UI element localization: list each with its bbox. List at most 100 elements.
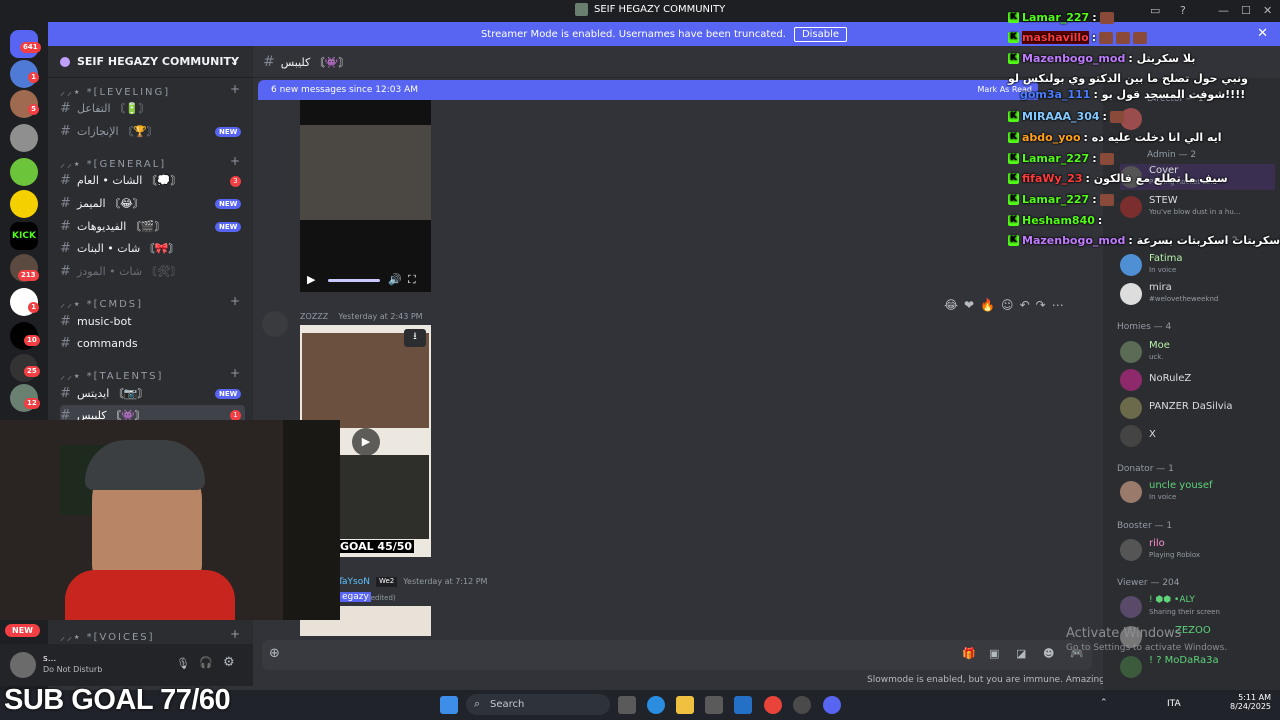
maximize-button[interactable]: ☐	[1241, 4, 1251, 17]
fullscreen-icon[interactable]: ⛶	[408, 273, 416, 287]
activate-windows-subtitle: Go to Settings to activate Windows.	[1066, 643, 1228, 653]
kick-server-icon[interactable]: KICK	[10, 222, 38, 250]
more-icon[interactable]: ⋯	[1052, 298, 1064, 312]
hash-icon: #	[60, 218, 71, 234]
user-status: Do Not Disturb	[43, 665, 103, 674]
minimize-button[interactable]: —	[1218, 4, 1229, 17]
task-view-icon[interactable]	[618, 696, 636, 714]
server-icon[interactable]	[10, 124, 38, 152]
discord-icon[interactable]	[823, 696, 841, 714]
category-cmds[interactable]: ⸝⸝⭑ *[CMDS]	[60, 296, 143, 310]
play-icon[interactable]: ▶	[307, 273, 315, 286]
avatar[interactable]	[262, 311, 288, 337]
server-icon[interactable]	[10, 190, 38, 218]
channel-item[interactable]: # شات • البنات 〘🎀〙	[60, 238, 245, 258]
member-item[interactable]: ! ? MoDaRa3a	[1120, 654, 1275, 680]
beanie	[85, 440, 205, 490]
new-badge: NEW	[215, 222, 242, 232]
settings-gear-icon[interactable]: ⚙	[223, 655, 235, 670]
server-icon[interactable]	[10, 158, 38, 186]
start-icon[interactable]	[440, 696, 458, 714]
channel-item[interactable]: # music-bot	[60, 311, 245, 331]
server-header[interactable]: SEIF HEGAZY COMMUNITY ⌄	[48, 46, 253, 78]
reaction-heart-icon[interactable]: ❤	[964, 298, 974, 312]
member-item[interactable]: PANZER DaSilvia	[1120, 395, 1275, 421]
channel-item[interactable]: # التفاعل 〘🔋〙	[60, 98, 245, 118]
tray-chevron-icon[interactable]: ⌃	[1100, 698, 1108, 708]
member-item[interactable]: mira #welovetheweeknd	[1120, 281, 1275, 307]
message-meta: ZOZZZ Yesterday at 2:43 PM	[300, 312, 423, 321]
reply-icon[interactable]: ↶	[1020, 298, 1030, 312]
video-attachment[interactable]: ▶ 🔊 ⛶	[300, 100, 431, 292]
member-item[interactable]: NoRuleZ	[1120, 367, 1275, 393]
microphone-icon[interactable]: 🎙	[176, 657, 190, 670]
reaction-laugh-icon[interactable]: 😂	[944, 298, 958, 312]
member-item[interactable]: Moe uck.	[1120, 339, 1275, 365]
member-item[interactable]: Fatima In voice	[1120, 252, 1275, 278]
gift-icon[interactable]: 🎁	[962, 647, 976, 660]
category-general[interactable]: ⸝⸝⭑ *[GENERAL]	[60, 156, 166, 170]
gif-icon[interactable]: ▣	[989, 647, 999, 660]
new-badge: NEW	[215, 199, 242, 209]
member-item[interactable]: STEW You've blow dust in a hu...	[1120, 194, 1275, 220]
message-input[interactable]: ⊕ 🎁 ▣ ◪ ☻ 🎮	[262, 640, 1092, 670]
taskbar-search[interactable]: ⌕ Search	[466, 694, 610, 715]
close-icon[interactable]: ✕	[1257, 26, 1268, 41]
obs-icon[interactable]	[793, 696, 811, 714]
avatar	[1120, 341, 1142, 363]
help-icon[interactable]: ?	[1180, 4, 1186, 17]
add-channel-icon[interactable]: +	[230, 294, 240, 308]
kick-badge-icon: K	[1008, 173, 1019, 184]
message-mention[interactable]: egazy	[340, 592, 371, 602]
emote-icon	[1133, 31, 1148, 44]
outlook-icon[interactable]	[734, 696, 752, 714]
disable-streamer-button[interactable]: Disable	[793, 26, 848, 42]
store-icon[interactable]	[705, 696, 723, 714]
clock[interactable]: 5:11 AM 8/24/2025	[1230, 693, 1271, 711]
category-talents[interactable]: ⸝⸝⭑ *[TALENTS]	[60, 368, 163, 382]
channel-item[interactable]: # الشات • العام 〘💭〙	[60, 170, 245, 190]
forward-icon[interactable]: ↷	[1036, 298, 1046, 312]
kick-chat-line: K MIRAAA_304:	[1008, 110, 1124, 123]
category-leveling[interactable]: ⸝⸝⭑ *[LEVELING]	[60, 84, 170, 98]
add-channel-icon[interactable]: +	[230, 366, 240, 380]
hash-icon: #	[60, 172, 71, 188]
add-channel-icon[interactable]: +	[230, 627, 240, 641]
add-attachment-icon[interactable]: ⊕	[269, 646, 280, 661]
kick-chat-line: K Mazenbogo_mod: اسكربتات اسكربتات بسرعة	[1008, 234, 1280, 247]
volume-icon[interactable]: 🔊	[388, 273, 402, 286]
member-item[interactable]: X	[1120, 423, 1275, 449]
edge-icon[interactable]	[647, 696, 665, 714]
add-reaction-icon[interactable]: ☺	[1001, 298, 1014, 312]
member-item[interactable]	[1120, 106, 1275, 132]
video-progress-bar[interactable]	[328, 279, 380, 282]
emote-icon	[1099, 193, 1114, 206]
channel-item[interactable]: # شات • المودز 〘🛠〙	[60, 261, 245, 281]
goal-overlay-text: GOAL 45/50	[338, 540, 415, 553]
add-channel-icon[interactable]: +	[230, 82, 240, 96]
add-channel-icon[interactable]: +	[230, 154, 240, 168]
input-language[interactable]: ITA	[1167, 699, 1181, 709]
headphones-icon[interactable]: 🎧	[199, 656, 213, 669]
member-item[interactable]: rilo Playing Roblox	[1120, 537, 1275, 563]
avatar	[1120, 425, 1142, 447]
sticker-icon[interactable]: ◪	[1016, 647, 1026, 660]
streamer-banner-text: Streamer Mode is enabled. Usernames have…	[480, 28, 786, 40]
channel-item[interactable]: # commands	[60, 333, 245, 353]
file-explorer-icon[interactable]	[676, 696, 694, 714]
chrome-icon[interactable]	[764, 696, 782, 714]
member-group-header: Admin — 2	[1147, 150, 1197, 160]
reaction-fire-icon[interactable]: 🔥	[980, 298, 995, 312]
close-window-button[interactable]: ✕	[1263, 4, 1272, 17]
avatar[interactable]	[10, 652, 36, 678]
inbox-icon[interactable]: ▭	[1150, 4, 1160, 17]
category-voices[interactable]: ⸝⸝⭑ *[VOICES]	[60, 629, 155, 643]
member-item[interactable]: ! ⬢⬢ •ALY Sharing their screen	[1120, 594, 1275, 620]
server-badge: 1	[28, 302, 39, 313]
download-icon[interactable]: ⭳	[404, 329, 426, 347]
new-messages-bar[interactable]: 6 new messages since 12:03 AM Mark As Re…	[258, 80, 1038, 100]
play-icon[interactable]: ▶	[352, 428, 380, 456]
member-item[interactable]: uncle yousef In voice	[1120, 479, 1275, 505]
red-shirt	[65, 570, 235, 620]
emoji-icon[interactable]: ☻	[1043, 647, 1054, 660]
